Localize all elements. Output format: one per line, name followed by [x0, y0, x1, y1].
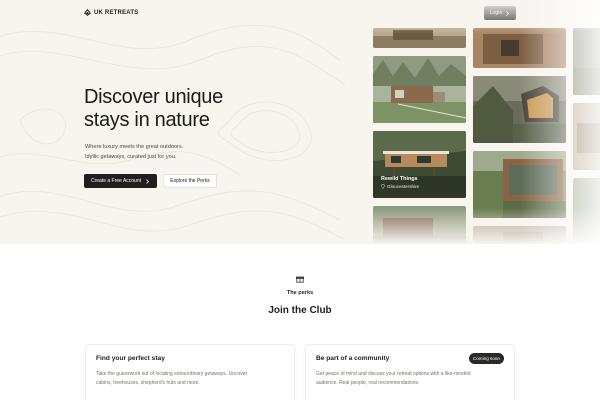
headline-line-1: Discover unique [84, 86, 223, 108]
headline-line-2: stays in nature [84, 109, 210, 131]
gallery-image [473, 151, 566, 218]
gallery-photo[interactable] [373, 206, 466, 244]
gallery-photo[interactable] [473, 76, 566, 143]
create-account-label: Create a Free Account [90, 178, 142, 184]
page-title: Discover unique stays in nature [84, 86, 284, 132]
gallery-image [573, 28, 600, 95]
chevron-right-icon [146, 178, 150, 184]
gallery-image [473, 226, 566, 244]
gallery-image [373, 206, 466, 244]
gallery-image [573, 178, 600, 244]
perks-eyebrow: The perks [286, 290, 314, 296]
gift-icon [296, 276, 304, 283]
perk-card-community: Be part of a community Coming soon Get p… [305, 344, 515, 400]
gallery-image [373, 56, 466, 123]
gallery-photo[interactable] [473, 151, 566, 218]
perks-title: Join the Club [268, 305, 332, 316]
perk-card-title: Be part of a community [316, 355, 390, 362]
brand-name: UK RETREATS [94, 9, 139, 16]
gallery-photo[interactable] [573, 178, 600, 244]
brand-logo-icon [84, 9, 91, 16]
gallery-image [473, 28, 566, 68]
listing-location-text: Gloucestershire [387, 184, 420, 189]
gallery-photo[interactable] [573, 103, 600, 170]
gallery-photo[interactable] [373, 28, 466, 48]
coming-soon-badge: Coming soon [468, 353, 504, 364]
perk-card-text: Get peace of mind and discuss your retre… [316, 371, 471, 386]
gallery-image [473, 76, 566, 143]
hero-section: UK RETREATS Login Discover unique stays … [0, 0, 600, 244]
login-label: Login [489, 10, 503, 16]
subtitle-line-1: Where luxury meets the great outdoors. [85, 144, 184, 150]
explore-perks-button[interactable]: Explore the Perks [163, 174, 217, 188]
subtitle-line-2: Idyllic getaways, curated just for you. [85, 154, 177, 160]
hero-subtitle: Where luxury meets the great outdoors. I… [85, 142, 245, 162]
perk-card-find-stay: Find your perfect stay Take the guesswor… [85, 344, 295, 400]
listing-location: Gloucestershire [381, 184, 419, 189]
gallery-image [373, 28, 466, 48]
create-account-button[interactable]: Create a Free Account [84, 174, 157, 188]
listing-title: Rewild Things [381, 176, 418, 182]
explore-perks-label: Explore the Perks [170, 178, 210, 184]
gallery-photo[interactable] [473, 226, 566, 244]
gallery-photo[interactable] [573, 28, 600, 95]
gallery-photo[interactable] [473, 28, 566, 68]
perk-card-text: Take the guesswork out of locating extra… [96, 371, 248, 386]
gallery-image [573, 103, 600, 170]
location-pin-icon [381, 184, 385, 189]
perk-card-title: Find your perfect stay [96, 355, 165, 362]
gallery-photo[interactable] [373, 56, 466, 123]
chevron-right-icon [506, 10, 510, 16]
brand-logo[interactable]: UK RETREATS [84, 9, 138, 16]
featured-listing-caption: Rewild Things Gloucestershire [381, 176, 419, 189]
login-button[interactable]: Login [484, 6, 516, 20]
